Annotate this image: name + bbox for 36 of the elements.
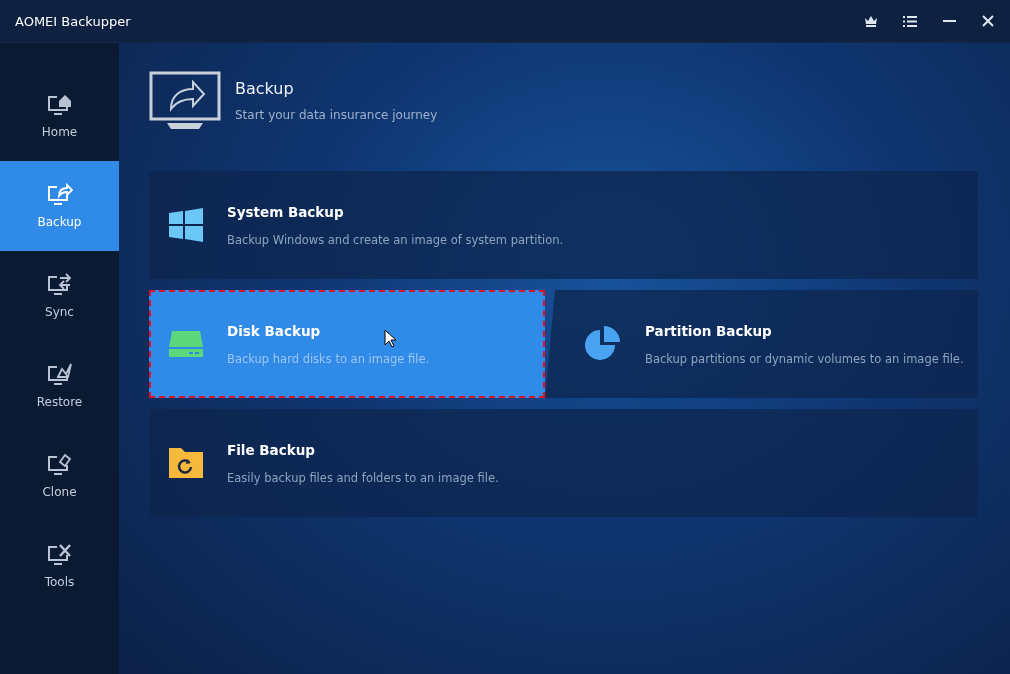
sidebar-item[interactable]: Backup <box>0 161 119 251</box>
sync-monitor-icon <box>46 273 73 297</box>
page-subtitle: Start your data insurance journey <box>235 108 438 122</box>
option-title: Disk Backup <box>227 322 321 339</box>
mouse-cursor-icon <box>384 329 396 348</box>
backup-option-card[interactable]: System Backup Backup Windows and create an image of system partition. <box>149 171 978 279</box>
page-title: Backup <box>235 79 295 98</box>
menu-icon[interactable] <box>903 15 917 27</box>
sidebar-item[interactable]: Restore <box>0 341 119 431</box>
backup-option-card[interactable]: Disk Backup Backup hard disks to an image file. <box>149 290 545 398</box>
restore-monitor-icon <box>46 363 73 387</box>
sidebar-item[interactable]: Clone <box>0 431 119 521</box>
option-description: Easily backup files and folders to an image file. <box>227 470 499 485</box>
backup-option-card[interactable]: Partition Backup Backup partitions or dynamic volumes to an image file. <box>545 290 978 398</box>
monitor-share-icon <box>149 71 221 131</box>
hard-disk-icon <box>169 331 203 357</box>
tools-monitor-icon <box>46 543 73 567</box>
sidebar-item[interactable]: Home <box>0 71 119 161</box>
option-title: Partition Backup <box>645 322 772 339</box>
windows-logo-icon <box>169 208 203 242</box>
option-description: Backup hard disks to an image file. <box>227 351 430 366</box>
sidebar-item[interactable]: Sync <box>0 251 119 341</box>
backup-monitor-icon <box>46 183 73 207</box>
sidebar-item[interactable]: Tools <box>0 521 119 611</box>
window-title: AOMEI Backupper <box>15 13 131 29</box>
option-description: Backup partitions or dynamic volumes to an image file. <box>645 351 964 366</box>
crown-icon[interactable] <box>865 15 877 27</box>
option-title: System Backup <box>227 203 344 220</box>
clone-monitor-icon <box>46 453 73 477</box>
backup-option-card[interactable]: File Backup Easily backup files and folders to an image file. <box>149 409 978 517</box>
folder-refresh-icon <box>169 448 203 478</box>
option-title: File Backup <box>227 441 315 458</box>
close-icon[interactable] <box>982 15 994 27</box>
option-description: Backup Windows and create an image of system partition. <box>227 232 564 247</box>
home-monitor-icon <box>46 93 73 117</box>
pie-chart-icon <box>585 326 621 362</box>
